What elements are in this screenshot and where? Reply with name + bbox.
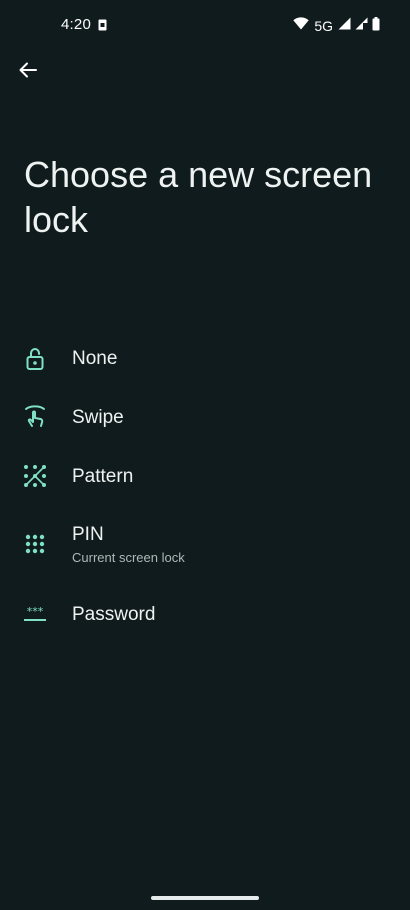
battery-icon [372, 16, 380, 36]
pattern-icon [22, 463, 48, 489]
option-label: Password [72, 604, 156, 625]
signal-icon [338, 17, 351, 35]
status-time: 4:20 [61, 16, 91, 33]
svg-text:***: *** [27, 605, 44, 618]
status-bar: 4:20 5G [0, 0, 410, 50]
option-none[interactable]: None [0, 330, 410, 388]
option-sublabel: Current screen lock [72, 550, 185, 565]
option-label: None [72, 348, 118, 369]
back-button[interactable] [12, 56, 44, 88]
option-pattern[interactable]: Pattern [0, 448, 410, 506]
option-swipe[interactable]: Swipe [0, 389, 410, 447]
lock-open-icon [22, 346, 48, 372]
option-password[interactable]: *** Password [0, 586, 410, 644]
arrow-back-icon [18, 60, 38, 85]
pin-dots-icon [22, 531, 48, 557]
option-label: PIN [72, 524, 104, 545]
status-icons: 5G [293, 16, 380, 36]
page-title: Choose a new screen lock [24, 154, 373, 240]
option-pin[interactable]: PIN Current screen lock [0, 510, 410, 576]
option-label: Swipe [72, 407, 124, 428]
gesture-nav-handle[interactable] [151, 896, 259, 900]
signal-icon [355, 17, 368, 35]
swipe-icon [22, 404, 48, 430]
password-icon: *** [22, 602, 48, 628]
network-type-label: 5G [314, 18, 333, 34]
wifi-icon [293, 17, 310, 35]
sim-card-icon [98, 18, 107, 36]
option-label: Pattern [72, 466, 134, 487]
